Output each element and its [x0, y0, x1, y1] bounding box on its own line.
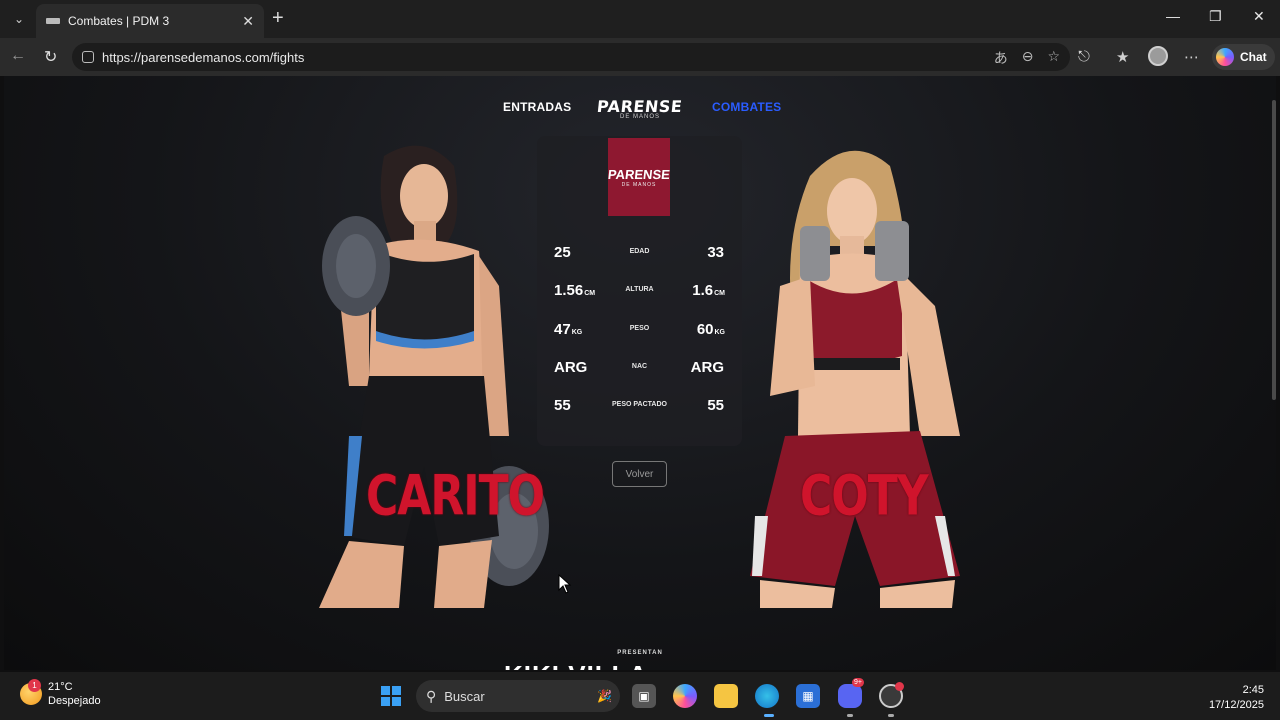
stat-row-edad: 25 EDAD 33	[537, 242, 742, 266]
badge-subtitle: DE MANOS	[621, 181, 657, 188]
stat-right-value: 1.6CM	[692, 282, 725, 299]
fighter-right: COTY	[740, 136, 1000, 608]
nav-combates-link[interactable]: COMBATES	[712, 100, 781, 114]
file-explorer-icon[interactable]	[714, 684, 738, 708]
url-text: https://parensedemanos.com/fights	[102, 49, 305, 65]
stat-row-peso: 47KG PESO 60KG	[537, 319, 742, 343]
volver-button[interactable]: Volver	[612, 461, 667, 487]
zoom-icon[interactable]: ⊖	[1022, 48, 1034, 68]
reload-icon[interactable]: ↻	[44, 47, 57, 67]
browser-tab-bar: ⌄ Combates | PDM 3 ✕ + — ❐ ✕	[0, 0, 1280, 38]
minimize-icon[interactable]: —	[1166, 8, 1180, 24]
discord-icon[interactable]: 9+	[838, 678, 864, 708]
stat-right-value: 33	[707, 244, 724, 261]
edge-browser-icon[interactable]	[755, 684, 779, 708]
obs-icon[interactable]	[879, 682, 904, 708]
search-highlight-icon: 🎉	[597, 689, 612, 703]
profile-avatar[interactable]	[1148, 46, 1168, 66]
copilot-icon	[1216, 48, 1234, 66]
search-placeholder: Buscar	[444, 688, 485, 704]
system-clock[interactable]: 2:45 17/12/2025	[1209, 683, 1264, 713]
fighter-right-name: COTY	[800, 464, 929, 529]
page-scrollbar[interactable]	[1272, 100, 1276, 400]
copilot-app-icon[interactable]	[673, 684, 697, 708]
stat-right-value: 60KG	[696, 321, 725, 338]
discord-running-indicator	[847, 714, 853, 717]
weather-condition: Despejado	[48, 695, 101, 707]
browser-tab[interactable]: Combates | PDM 3 ✕	[36, 4, 264, 38]
fighter-left: CARITO	[314, 136, 574, 608]
more-options-icon[interactable]: ⋯	[1184, 48, 1199, 66]
clock-date: 17/12/2025	[1208, 699, 1264, 711]
fight-stats-card: PARENSE DE MANOS 25 EDAD 33 1.56CM ALTUR…	[537, 136, 742, 446]
site-nav: ENTRADAS PARENSE DE MANOS COMBATES	[4, 76, 1276, 138]
extensions-icon[interactable]: ⎋	[1078, 48, 1090, 65]
site-logo[interactable]: PARENSE DE MANOS	[596, 84, 683, 132]
fighter-left-illustration	[319, 145, 549, 608]
logo-wordmark: PARENSE	[596, 96, 684, 116]
ms-store-icon[interactable]: ▦	[796, 684, 820, 708]
close-tab-icon[interactable]: ✕	[242, 13, 254, 30]
tab-favicon-icon	[46, 18, 60, 24]
url-field[interactable]: https://parensedemanos.com/fights あ ⊖ ☆	[72, 43, 1070, 71]
presentan-label: PRESENTAN	[617, 650, 663, 656]
page-viewport: ENTRADAS PARENSE DE MANOS COMBATES CARIT…	[4, 76, 1276, 670]
mouse-cursor-icon	[558, 574, 572, 594]
fighter-left-name: CARITO	[366, 464, 545, 529]
task-view-icon[interactable]: ▣	[632, 684, 656, 708]
weather-widget[interactable]: 1 21°C Despejado	[20, 679, 101, 708]
nav-entradas-link[interactable]: ENTRADAS	[503, 100, 571, 114]
address-bar-row: ← ↻ https://parensedemanos.com/fights あ …	[0, 38, 1280, 76]
back-icon[interactable]: ←	[10, 47, 26, 65]
fighter-right-illustration	[750, 150, 960, 608]
clock-time: 2:45	[1242, 684, 1264, 696]
stat-right-value: 55	[707, 397, 724, 414]
chat-label: Chat	[1240, 50, 1267, 64]
restore-icon[interactable]: ❐	[1209, 8, 1222, 25]
stat-row-peso-pactado: 55 PESO PACTADO 55	[537, 395, 742, 419]
new-tab-icon[interactable]: +	[272, 8, 284, 28]
taskbar-search[interactable]: ⚲ Buscar 🎉	[416, 680, 620, 712]
stat-row-nac: ARG NAC ARG	[537, 357, 742, 381]
stat-row-altura: 1.56CM ALTURA 1.6CM	[537, 280, 742, 304]
favorite-star-icon[interactable]: ☆	[1047, 48, 1060, 68]
tab-actions-menu-icon[interactable]: ⌄	[8, 8, 30, 30]
weather-badge: 1	[28, 679, 41, 692]
close-window-icon[interactable]: ✕	[1253, 8, 1265, 25]
event-badge: PARENSE DE MANOS	[607, 138, 671, 216]
stat-right-value: ARG	[690, 359, 724, 376]
weather-temp: 21°C	[48, 681, 73, 693]
tab-title: Combates | PDM 3	[68, 14, 170, 28]
start-button[interactable]	[381, 686, 401, 706]
sponsor-logo: KIKI VILLA MOSTAZA	[504, 662, 784, 670]
weather-sun-icon: 1	[20, 679, 42, 705]
discord-badge: 9+	[852, 678, 864, 687]
badge-wordmark: PARENSE	[607, 166, 671, 182]
translate-icon[interactable]: あ	[994, 48, 1008, 68]
edge-active-indicator	[764, 714, 774, 717]
windows-taskbar: 1 21°C Despejado ⚲ Buscar 🎉 ▣ ▦ 9+ 2:45 …	[0, 672, 1280, 720]
copilot-chat-button[interactable]: Chat	[1212, 44, 1275, 70]
search-icon: ⚲	[426, 687, 437, 704]
favorites-icon[interactable]: ★	[1116, 48, 1129, 66]
site-info-icon[interactable]	[82, 51, 94, 63]
obs-running-indicator	[888, 714, 894, 717]
recording-dot	[895, 682, 904, 691]
